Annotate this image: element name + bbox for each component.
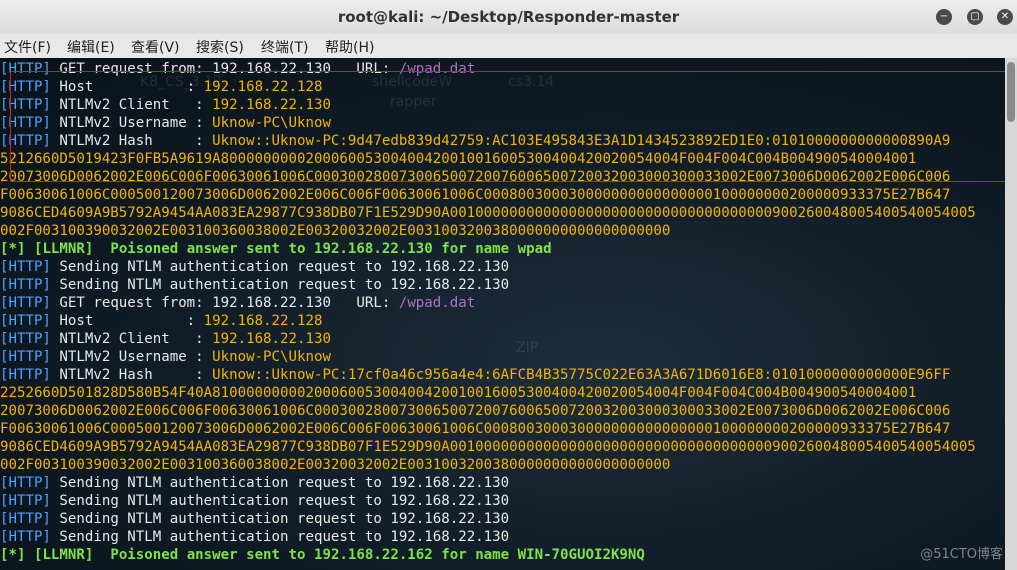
log-tag: [HTTP] [0, 475, 51, 491]
log-value: F00630061006C000500120073006D0062002E006… [0, 187, 951, 203]
log-value: Poisoned answer sent to 192.168.22.130 f… [110, 241, 552, 257]
menu-terminal[interactable]: 终端(T) [261, 37, 308, 57]
log-label: [LLMNR] [25, 547, 111, 563]
log-line: [HTTP] Host : 192.168.22.128 [0, 312, 1005, 330]
scrollbar[interactable] [1005, 58, 1017, 570]
log-tag: [HTTP] [0, 313, 51, 329]
log-value: 9086CED4609A9B5792A9454AA083EA29877C938D… [0, 439, 976, 455]
log-value: Poisoned answer sent to 192.168.22.162 f… [110, 547, 645, 563]
log-tag: [HTTP] [0, 295, 51, 311]
log-line: [*] [LLMNR] Poisoned answer sent to 192.… [0, 546, 1005, 564]
menu-help[interactable]: 帮助(H) [325, 37, 374, 57]
log-tag: [HTTP] [0, 331, 51, 347]
menu-view[interactable]: 查看(V) [131, 37, 180, 57]
log-line: F00630061006C000500120073006D0062002E006… [0, 420, 1005, 438]
log-line: 9086CED4609A9B5792A9454AA083EA29877C938D… [0, 438, 1005, 456]
close-button[interactable]: ✕ [997, 9, 1013, 25]
log-label: Sending NTLM authentication request to 1… [50, 511, 510, 527]
log-line: [HTTP] Sending NTLM authentication reque… [0, 492, 1005, 510]
watermark: @51CTO博客 [920, 547, 1003, 562]
log-value: 192.168.22.128 [203, 313, 323, 329]
log-value: 9086CED4609A9B5792A9454AA083EA29877C938D… [0, 205, 976, 221]
log-line: [HTTP] Sending NTLM authentication reque… [0, 528, 1005, 546]
menu-edit[interactable]: 编辑(E) [67, 37, 115, 57]
menu-bar: 文件(F) 编辑(E) 查看(V) 搜索(S) 终端(T) 帮助(H) [0, 34, 1017, 59]
log-label: NTLMv2 Hash : [50, 367, 213, 383]
log-line: [HTTP] Sending NTLM authentication reque… [0, 258, 1005, 276]
log-line: 20073006D0062002E006C006F00630061006C000… [0, 402, 1005, 420]
menu-file[interactable]: 文件(F) [4, 37, 51, 57]
window-title: root@kali: ~/Desktop/Responder-master [337, 8, 680, 26]
log-line: [HTTP] Sending NTLM authentication reque… [0, 510, 1005, 528]
log-tag: [HTTP] [0, 277, 51, 293]
log-line: [HTTP] NTLMv2 Client : 192.168.22.130 [0, 330, 1005, 348]
log-tag: [HTTP] [0, 367, 51, 383]
log-value: 192.168.22.130 [212, 331, 331, 347]
log-line: [HTTP] NTLMv2 Username : Uknow-PC\Uknow [0, 348, 1005, 366]
title-bar: root@kali: ~/Desktop/Responder-master − … [0, 0, 1017, 35]
log-value: Uknow::Uknow-PC:17cf0a46c956a4e4:6AFCB4B… [212, 367, 951, 383]
log-tag: [*] [0, 241, 26, 257]
log-value: Uknow-PC\Uknow [212, 349, 331, 365]
log-line: [HTTP] Sending NTLM authentication reque… [0, 276, 1005, 294]
log-line: 2252660D501828D580B54F40A810000000002000… [0, 384, 1005, 402]
log-line: [*] [LLMNR] Poisoned answer sent to 192.… [0, 240, 1005, 258]
log-label: [LLMNR] [25, 241, 111, 257]
log-tag: [HTTP] [0, 493, 51, 509]
log-tag: [HTTP] [0, 511, 51, 527]
log-tag: [HTTP] [0, 349, 51, 365]
log-line: 002F003100390032002E003100360038002E0032… [0, 222, 1005, 240]
maximize-button[interactable]: ▢ [967, 9, 983, 25]
log-label: Host : [50, 313, 204, 329]
log-label: Sending NTLM authentication request to 1… [50, 277, 510, 293]
log-line: [HTTP] Sending NTLM authentication reque… [0, 474, 1005, 492]
log-value: F00630061006C000500120073006D0062002E006… [0, 421, 951, 437]
log-tag: [HTTP] [0, 529, 51, 545]
log-label: NTLMv2 Client : [50, 331, 213, 347]
menu-search[interactable]: 搜索(S) [196, 37, 244, 57]
log-label: Sending NTLM authentication request to 1… [50, 475, 510, 491]
log-label: Sending NTLM authentication request to 1… [50, 493, 510, 509]
log-value: /wpad.dat [398, 295, 476, 311]
minimize-button[interactable]: − [936, 9, 952, 25]
log-label: Sending NTLM authentication request to 1… [50, 259, 510, 275]
log-tag: [*] [0, 547, 26, 563]
log-value: 002F003100390032002E003100360038002E0032… [0, 223, 671, 239]
log-line: 002F003100390032002E003100360038002E0032… [0, 456, 1005, 474]
log-value: 002F003100390032002E003100360038002E0032… [0, 457, 671, 473]
log-label: Sending NTLM authentication request to 1… [50, 529, 510, 545]
log-tag: [HTTP] [0, 259, 51, 275]
log-line: [HTTP] NTLMv2 Hash : Uknow::Uknow-PC:17c… [0, 366, 1005, 384]
log-line: 9086CED4609A9B5792A9454AA083EA29877C938D… [0, 204, 1005, 222]
scrollbar-thumb[interactable] [1007, 62, 1015, 122]
log-value: 20073006D0062002E006C006F00630061006C000… [0, 403, 951, 419]
log-label: NTLMv2 Username : [50, 349, 213, 365]
log-line: F00630061006C000500120073006D0062002E006… [0, 186, 1005, 204]
log-value: 2252660D501828D580B54F40A810000000002000… [0, 385, 917, 401]
log-line: [HTTP] GET request from: 192.168.22.130 … [0, 294, 1005, 312]
log-label: GET request from: 192.168.22.130 URL: [50, 295, 399, 311]
hash-highlight-box [10, 71, 1012, 182]
